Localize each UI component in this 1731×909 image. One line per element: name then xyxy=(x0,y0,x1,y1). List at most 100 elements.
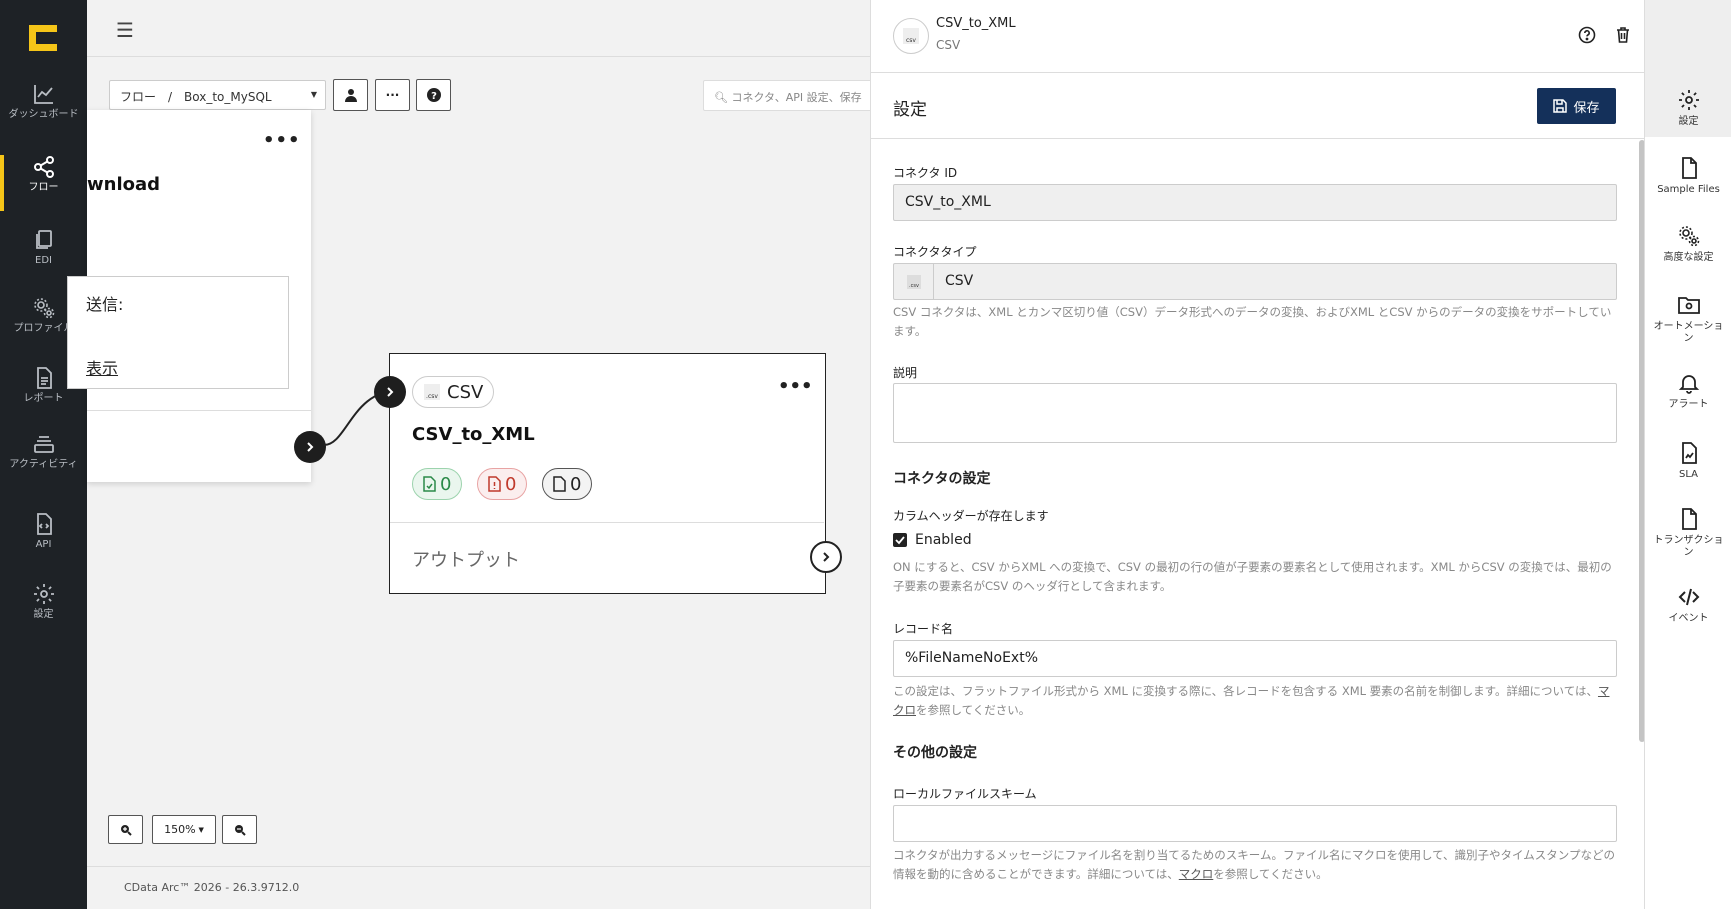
layers-icon xyxy=(33,436,54,453)
rail-label: オートメーション xyxy=(1653,321,1724,344)
rail-item-events[interactable]: イベント xyxy=(1645,585,1731,625)
flow-node-csv[interactable]: .csv CSV ••• CSV_to_XML 0 0 0 アウトプット xyxy=(389,353,826,594)
panel-header: csv CSV_to_XML CSV xyxy=(871,0,1703,73)
chevron-right-icon xyxy=(387,387,394,397)
file-chart-icon xyxy=(1681,442,1697,464)
rail-label: アラート xyxy=(1668,399,1709,410)
nav-item-api[interactable]: API xyxy=(0,512,87,572)
input-port[interactable] xyxy=(374,376,406,408)
rail-item-alerts[interactable]: アラート xyxy=(1645,371,1731,411)
nav-item-label: プロファイル xyxy=(13,323,74,334)
column-header-help: ON にすると、CSV からXML への変換で、CSV の最初の行の値が子要素の… xyxy=(893,560,1612,593)
rail-item-automation[interactable]: オートメーション xyxy=(1645,293,1731,345)
search-input[interactable]: 🔍︎ コネクタ、API 設定、保存 xyxy=(703,80,873,111)
connector-type-chip: .csv CSV xyxy=(412,376,495,408)
chevron-down-icon: ▼ xyxy=(198,825,204,834)
nav-item-dashboard[interactable]: ダッシュボード xyxy=(0,82,87,142)
rail-item-sla[interactable]: SLA xyxy=(1645,441,1731,481)
macro-link[interactable]: マクロ xyxy=(1179,867,1214,881)
settings-titlebar: 設定 保存 xyxy=(871,73,1645,139)
success-count-badge[interactable]: 0 xyxy=(412,468,463,500)
nav-item-flow[interactable]: フロー xyxy=(0,155,87,215)
local-file-scheme-field[interactable] xyxy=(893,805,1617,842)
connector-id-label: コネクタ ID xyxy=(893,166,958,180)
output-port[interactable] xyxy=(810,541,842,573)
nav-item-label: アクティビティ xyxy=(9,459,78,470)
node-title: wnload xyxy=(87,174,161,195)
description-textarea[interactable] xyxy=(893,383,1617,443)
zoom-in-button[interactable] xyxy=(108,815,143,844)
hamburger-menu-icon[interactable]: ☰ xyxy=(116,18,134,42)
question-circle-icon[interactable] xyxy=(1577,25,1597,45)
node-title: CSV_to_XML xyxy=(412,424,535,445)
search-placeholder: コネクタ、API 設定、保存 xyxy=(731,91,862,104)
description-label: 説明 xyxy=(893,366,918,380)
flow-node-download[interactable]: ••• wnload 送信: 表示 xyxy=(67,110,311,482)
svg-text:.csv: .csv xyxy=(909,283,919,289)
node-divider xyxy=(390,522,824,523)
node-menu-icon[interactable]: ••• xyxy=(263,130,301,151)
floppy-disk-icon xyxy=(1553,99,1568,113)
checkbox-checked-icon[interactable] xyxy=(893,533,907,547)
rail-item-settings[interactable]: 設定 xyxy=(1645,0,1731,137)
connector-type-field[interactable]: .csv CSV xyxy=(893,263,1617,300)
rail-item-sample-files[interactable]: Sample Files xyxy=(1645,156,1731,196)
csv-file-icon: csv xyxy=(903,28,919,44)
pending-count-badge[interactable]: 0 xyxy=(542,468,593,500)
info-text: 送信: xyxy=(86,295,124,314)
more-options-button[interactable]: ··· xyxy=(375,79,410,111)
question-circle-icon: ? xyxy=(426,88,441,102)
record-name-field[interactable]: %FileNameNoExt% xyxy=(893,640,1617,677)
column-header-label: カラムヘッダーが存在します xyxy=(893,509,1049,523)
gears-icon xyxy=(33,298,54,319)
file-check-icon xyxy=(423,476,436,492)
local-file-scheme-label: ローカルファイルスキーム xyxy=(893,787,1037,801)
nav-item-label: ダッシュボード xyxy=(8,109,79,120)
gears-icon xyxy=(1678,226,1699,247)
ellipsis-icon: ··· xyxy=(385,88,400,102)
nav-item-label: 設定 xyxy=(33,609,54,620)
rail-item-advanced[interactable]: 高度な設定 xyxy=(1645,224,1731,264)
nav-item-label: API xyxy=(35,539,52,550)
count-value: 0 xyxy=(570,473,582,495)
left-navigation: ダッシュボード フロー EDI プロファイル レポート アクティビティ API … xyxy=(0,0,87,909)
trash-icon[interactable] xyxy=(1613,25,1633,45)
node-menu-icon[interactable]: ••• xyxy=(778,376,813,397)
cdata-logo[interactable] xyxy=(29,25,57,51)
zoom-out-button[interactable] xyxy=(222,815,257,844)
user-icon xyxy=(344,89,357,102)
save-button[interactable]: 保存 xyxy=(1537,88,1616,124)
nav-item-settings[interactable]: 設定 xyxy=(0,582,87,642)
flow-breadcrumb-select[interactable]: フロー / Box_to_MySQL ▼ xyxy=(109,80,326,110)
search-icon: 🔍︎ xyxy=(714,91,728,104)
connector-id-field[interactable]: CSV_to_XML xyxy=(893,184,1617,221)
version-text: CData Arc™ 2026 - 26.3.9712.0 xyxy=(124,881,300,894)
rail-item-transactions[interactable]: トランザクション xyxy=(1645,507,1731,559)
flow-canvas[interactable]: ☰ フロー / Box_to_MySQL ▼ ··· ? 🔍︎ コネクタ、API… xyxy=(67,0,873,909)
record-name-help: この設定は、フラットファイル形式から XML に変換する際に、各レコードを包含す… xyxy=(893,682,1617,720)
count-value: 0 xyxy=(440,473,452,495)
bell-icon xyxy=(1678,375,1699,394)
settings-title: 設定 xyxy=(893,100,927,120)
connector-name: CSV_to_XML xyxy=(936,16,1016,31)
other-settings-heading: その他の設定 xyxy=(893,745,977,761)
settings-rail: 設定 Sample Files 高度な設定 オートメーション アラート SLA … xyxy=(1644,0,1731,909)
zoom-level-select[interactable]: 150% ▼ xyxy=(152,815,216,844)
info-link[interactable]: 表示 xyxy=(86,355,118,379)
error-count-badge[interactable]: 0 xyxy=(477,468,528,500)
help-text: この設定は、フラットファイル形式から XML に変換する際に、各レコードを包含す… xyxy=(893,684,1598,698)
rail-label: イベント xyxy=(1668,613,1709,624)
chip-label: CSV xyxy=(447,381,484,403)
nav-item-activity[interactable]: アクティビティ xyxy=(0,432,87,492)
chevron-down-icon: ▼ xyxy=(310,90,317,99)
enabled-checkbox-row[interactable]: Enabled xyxy=(893,532,972,548)
node-info-box: 送信: 表示 xyxy=(67,276,289,389)
user-button[interactable] xyxy=(333,79,368,111)
nav-item-label: EDI xyxy=(35,255,52,266)
chart-line-icon xyxy=(33,85,53,104)
count-value: 0 xyxy=(505,473,517,495)
help-text: を参照してください。 xyxy=(1213,867,1328,881)
breadcrumb: フロー / Box_to_MySQL xyxy=(120,90,272,104)
help-button[interactable]: ? xyxy=(416,79,451,111)
svg-text:csv: csv xyxy=(906,37,916,44)
